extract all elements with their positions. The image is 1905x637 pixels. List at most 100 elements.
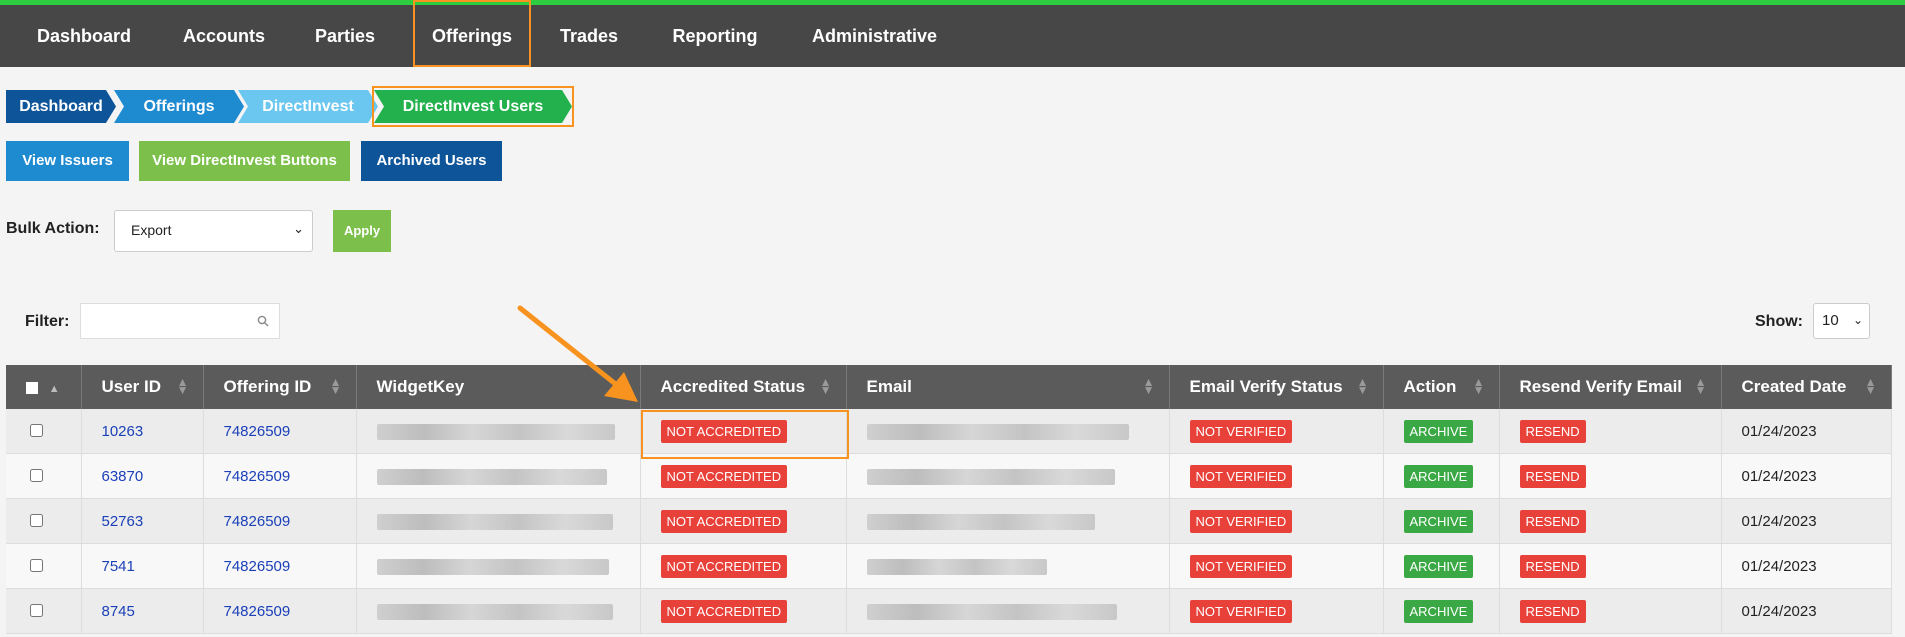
column-header-email[interactable]: Email ▲ ▼ [846, 365, 1170, 409]
created-date: 01/24/2023 [1741, 557, 1817, 575]
chevron-down-icon: ⌄ [293, 221, 304, 236]
email-redacted [866, 468, 1115, 485]
accredited-status-badge: NOT ACCREDITED [660, 509, 788, 533]
archive-button[interactable]: ARCHIVE [1403, 509, 1474, 533]
view-directinvest-buttons-button[interactable]: View DirectInvest Buttons [139, 141, 350, 181]
bulk-action-label: Bulk Action: [6, 220, 100, 237]
nav-parties[interactable]: Parties [315, 5, 375, 67]
email-verify-badge: NOT VERIFIED [1189, 509, 1293, 533]
row-checkbox[interactable] [30, 424, 43, 437]
sort-icon: ▲ ▼ [1472, 375, 1485, 397]
accredited-status-highlight-box [641, 410, 849, 459]
column-header-action[interactable]: Action ▲ ▼ [1383, 365, 1500, 409]
created-date: 01/24/2023 [1741, 467, 1817, 485]
sort-icon: ▲ ▼ [1142, 375, 1155, 397]
sort-icon: ▲ ▼ [176, 375, 189, 397]
column-header-created-date[interactable]: Created Date ▲ ▼ [1721, 365, 1892, 409]
sort-icon: ▲ ▼ [329, 375, 342, 397]
offering-id-link[interactable]: 74826509 [224, 558, 291, 575]
archive-button[interactable]: ARCHIVE [1403, 554, 1474, 578]
row-checkbox[interactable] [30, 604, 43, 617]
apply-button[interactable]: Apply [333, 210, 391, 252]
table-header-row: ▲ User ID ▲ ▼ Offering ID ▲ ▼ WidgetKey Accr… [6, 365, 1892, 409]
chevron-down-icon: ⌄ [1852, 313, 1863, 327]
nav-trades[interactable]: Trades [560, 5, 618, 67]
breadcrumb-dashboard[interactable]: Dashboard [6, 90, 116, 123]
user-id-link[interactable]: 7541 [102, 558, 135, 575]
column-header-user-id[interactable]: User ID ▲ ▼ [81, 365, 204, 409]
resend-button[interactable]: RESEND [1519, 419, 1586, 443]
created-date: 01/24/2023 [1741, 602, 1817, 620]
column-header-accredited-status[interactable]: Accredited Status ▲ ▼ [640, 365, 847, 409]
select-all-header: ▲ [6, 365, 82, 409]
archived-users-button[interactable]: Archived Users [361, 141, 502, 181]
offering-id-link[interactable]: 74826509 [224, 603, 291, 620]
widgetkey-redacted [376, 423, 615, 440]
top-nav: Dashboard Accounts Parties Offerings Tra… [0, 0, 1905, 67]
email-verify-badge: NOT VERIFIED [1189, 554, 1293, 578]
breadcrumb-highlight-box [372, 86, 574, 127]
archive-button[interactable]: ARCHIVE [1403, 419, 1474, 443]
nav-dashboard[interactable]: Dashboard [36, 5, 132, 67]
created-date: 01/24/2023 [1741, 422, 1817, 440]
offerings-highlight-box [413, 0, 531, 67]
filter-label: Filter: [25, 313, 70, 330]
sort-up-icon[interactable]: ▲ [49, 383, 60, 395]
sort-icon: ▲ ▼ [1356, 375, 1369, 397]
table-row: 7541 74826509 NOT ACCREDITED NOT VERIFIE… [6, 543, 1892, 589]
offering-id-link[interactable]: 74826509 [224, 468, 291, 485]
sort-icon: ▲ ▼ [1864, 375, 1877, 397]
user-id-link[interactable]: 52763 [102, 513, 144, 530]
offering-id-link[interactable]: 74826509 [224, 423, 291, 440]
column-header-resend-verify-email[interactable]: Resend Verify Email ▲ ▼ [1499, 365, 1722, 409]
bulk-action-select[interactable]: Export ⌄ [114, 210, 313, 252]
email-redacted [866, 558, 1047, 575]
table-row: 10263 74826509 NOT ACCREDITED NOT VERIFI… [6, 409, 1892, 454]
widgetkey-redacted [376, 603, 613, 620]
table-row: 52763 74826509 NOT ACCREDITED NOT VERIFI… [6, 498, 1892, 544]
resend-button[interactable]: RESEND [1519, 554, 1586, 578]
page-size-value: 10 [1822, 312, 1839, 329]
row-checkbox[interactable] [30, 469, 43, 482]
resend-button[interactable]: RESEND [1519, 509, 1586, 533]
breadcrumb-directinvest[interactable]: DirectInvest [238, 90, 378, 123]
resend-button[interactable]: RESEND [1519, 599, 1586, 623]
nav-administrative[interactable]: Administrative [812, 5, 937, 67]
row-checkbox[interactable] [30, 559, 43, 572]
column-header-email-verify-status[interactable]: Email Verify Status ▲ ▼ [1169, 365, 1384, 409]
column-header-offering-id[interactable]: Offering ID ▲ ▼ [203, 365, 357, 409]
search-icon [257, 315, 269, 327]
email-redacted [866, 513, 1095, 530]
email-verify-badge: NOT VERIFIED [1189, 419, 1293, 443]
user-id-link[interactable]: 63870 [102, 468, 144, 485]
widgetkey-redacted [376, 468, 607, 485]
accredited-status-badge: NOT ACCREDITED [660, 599, 788, 623]
bulk-action-value: Export [131, 222, 172, 238]
user-id-link[interactable]: 8745 [102, 603, 135, 620]
select-all-checkbox[interactable] [26, 381, 38, 394]
archive-button[interactable]: ARCHIVE [1403, 464, 1474, 488]
table-row: 63870 74826509 NOT ACCREDITED NOT VERIFI… [6, 453, 1892, 499]
show-label: Show: [1755, 313, 1803, 330]
user-id-link[interactable]: 10263 [102, 423, 144, 440]
row-checkbox[interactable] [30, 514, 43, 527]
nav-accounts[interactable]: Accounts [183, 5, 265, 67]
email-redacted [866, 603, 1117, 620]
sort-icon: ▲ ▼ [819, 375, 832, 397]
archive-button[interactable]: ARCHIVE [1403, 599, 1474, 623]
annotation-arrow-icon [517, 305, 638, 402]
filter-input[interactable] [80, 303, 280, 339]
breadcrumb-offerings[interactable]: Offerings [114, 90, 244, 123]
nav-reporting[interactable]: Reporting [672, 5, 758, 67]
widgetkey-redacted [376, 513, 613, 530]
offering-id-link[interactable]: 74826509 [224, 513, 291, 530]
sort-icon: ▲ ▼ [1694, 375, 1707, 397]
widgetkey-redacted [376, 558, 609, 575]
email-verify-badge: NOT VERIFIED [1189, 464, 1293, 488]
accredited-status-badge: NOT ACCREDITED [660, 464, 788, 488]
page-size-select[interactable]: 10 ⌄ [1813, 303, 1870, 339]
email-verify-badge: NOT VERIFIED [1189, 599, 1293, 623]
resend-button[interactable]: RESEND [1519, 464, 1586, 488]
created-date: 01/24/2023 [1741, 512, 1817, 530]
view-issuers-button[interactable]: View Issuers [6, 141, 129, 181]
